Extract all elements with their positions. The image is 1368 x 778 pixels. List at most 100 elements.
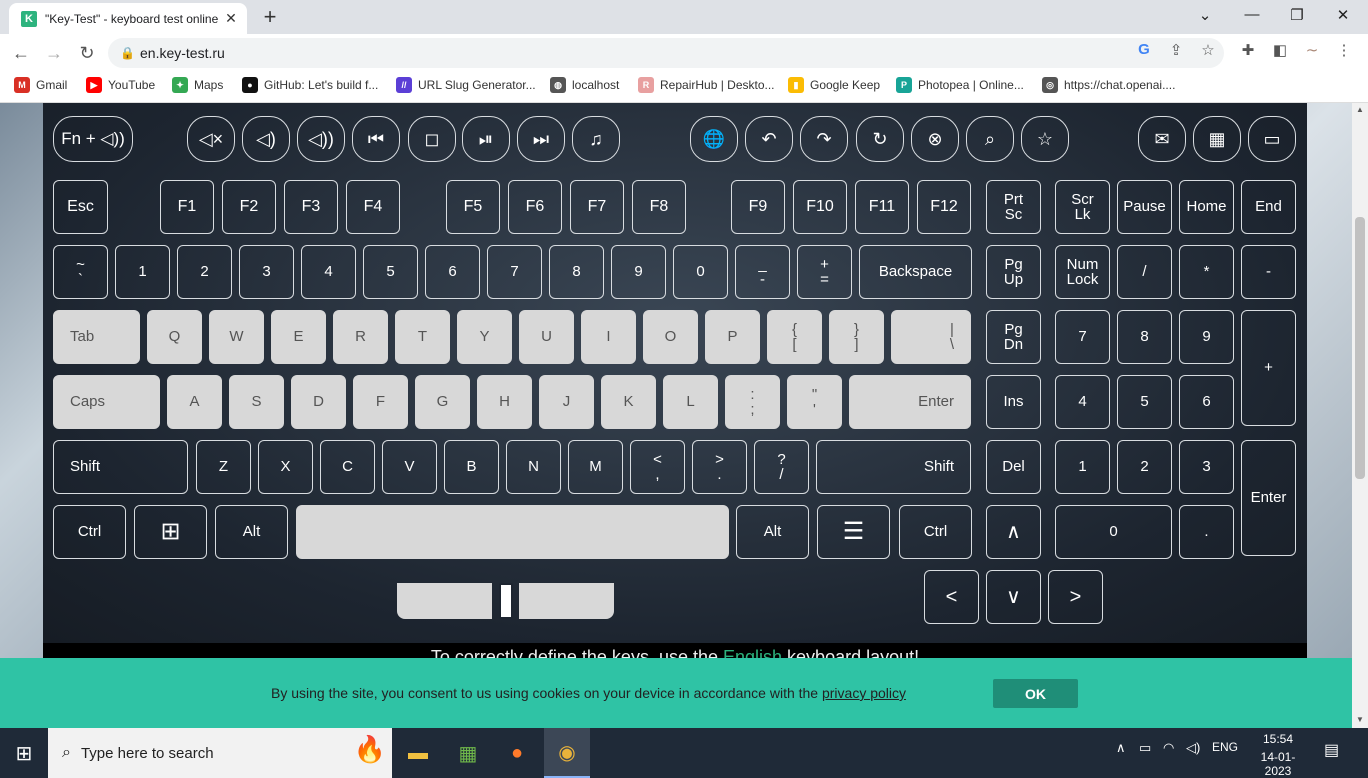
key-k[interactable]: K — [601, 375, 656, 429]
key-5[interactable]: 5 — [363, 245, 418, 299]
key-sym[interactable]: " ' — [787, 375, 842, 429]
key-sym[interactable]: <, — [630, 440, 685, 494]
key-sym[interactable]: {[ — [767, 310, 822, 364]
volume-icon[interactable]: ◁) — [1186, 740, 1200, 756]
key-backspace[interactable]: Backspace — [859, 245, 972, 299]
key-num-dot[interactable]: . — [1179, 505, 1234, 559]
key-num-0[interactable]: 0 — [1055, 505, 1172, 559]
close-tab-icon[interactable]: ✕ — [223, 10, 239, 27]
back-arrow-icon[interactable]: ← — [9, 41, 33, 65]
key-a[interactable]: A — [167, 375, 222, 429]
favorites-key[interactable]: ☆ — [1021, 116, 1069, 162]
firefox-icon[interactable]: ● — [503, 738, 531, 768]
wifi-icon[interactable]: ◠ — [1163, 740, 1174, 756]
key-num-6[interactable]: 6 — [1179, 375, 1234, 429]
new-tab-button[interactable]: + — [258, 4, 282, 30]
bookmark-slug[interactable]: // URL Slug Generator... — [396, 77, 536, 93]
key-s[interactable]: S — [229, 375, 284, 429]
battery-icon[interactable]: ▭ — [1139, 740, 1151, 756]
key-f11[interactable]: F11 — [855, 180, 909, 234]
bookmark-maps[interactable]: ✦ Maps — [172, 77, 223, 93]
privacy-policy-link[interactable]: privacy policy — [822, 685, 906, 701]
bookmark-keep[interactable]: ▮ Google Keep — [788, 77, 880, 93]
key-sym[interactable]: _ - — [735, 245, 790, 299]
key-num-sym[interactable]: / — [1117, 245, 1172, 299]
key-del[interactable]: Del — [986, 440, 1041, 494]
page-scrollbar[interactable]: ▲ ▼ — [1352, 103, 1368, 728]
file-explorer-icon[interactable]: ▬ — [404, 738, 432, 768]
mouse-right-button[interactable] — [519, 583, 614, 619]
key-f8[interactable]: F8 — [632, 180, 686, 234]
key-g[interactable]: G — [415, 375, 470, 429]
key-t[interactable]: T — [395, 310, 450, 364]
folder-key[interactable]: ▭ — [1248, 116, 1296, 162]
key-f2[interactable]: F2 — [222, 180, 276, 234]
mouse-wheel[interactable] — [499, 583, 513, 619]
cookie-ok-button[interactable]: OK — [993, 679, 1078, 708]
key-esc[interactable]: Esc — [53, 180, 108, 234]
key-num-2[interactable]: 2 — [1117, 440, 1172, 494]
key-enter[interactable]: Enter — [849, 375, 971, 429]
search-key[interactable]: ⌕ — [966, 116, 1014, 162]
key-arrow-right[interactable]: > — [1048, 570, 1103, 624]
key-2[interactable]: 2 — [177, 245, 232, 299]
key-num-numlock[interactable]: Num Lock — [1055, 245, 1110, 299]
key-f3[interactable]: F3 — [284, 180, 338, 234]
key-num-sym[interactable]: - — [1241, 245, 1296, 299]
key-sym[interactable]: :; — [725, 375, 780, 429]
back-key[interactable]: ↶ — [745, 116, 793, 162]
key-pause[interactable]: Pause — [1117, 180, 1172, 234]
key-num-5[interactable]: 5 — [1117, 375, 1172, 429]
key-arrow-up[interactable]: ∧ — [986, 505, 1041, 559]
key-f7[interactable]: F7 — [570, 180, 624, 234]
clock[interactable]: 15:54 14-01-2023 — [1256, 732, 1300, 778]
key-pgdn[interactable]: Pg Dn — [986, 310, 1041, 364]
chart-app-icon[interactable]: ▦ — [454, 738, 482, 768]
volume-down-key[interactable]: ◁) — [242, 116, 290, 162]
forward-key[interactable]: ↷ — [800, 116, 848, 162]
next-track-key[interactable]: ⏭ — [517, 116, 565, 162]
key-ins[interactable]: Ins — [986, 375, 1041, 429]
key-e[interactable]: E — [271, 310, 326, 364]
key-num-9[interactable]: 9 — [1179, 310, 1234, 364]
bookmark-youtube[interactable]: ▶ YouTube — [86, 77, 155, 93]
key-arrow-down[interactable]: ∨ — [986, 570, 1041, 624]
chrome-icon[interactable]: ◉ — [544, 728, 590, 778]
key-y[interactable]: Y — [457, 310, 512, 364]
key-num-1[interactable]: 1 — [1055, 440, 1110, 494]
key-sym[interactable]: }] — [829, 310, 884, 364]
key-x[interactable]: X — [258, 440, 313, 494]
key-4[interactable]: 4 — [301, 245, 356, 299]
key-scrlk[interactable]: Scr Lk — [1055, 180, 1110, 234]
mute-key[interactable]: ◁× — [187, 116, 235, 162]
cancel-key[interactable]: ⊗ — [911, 116, 959, 162]
music-key[interactable]: ♫ — [572, 116, 620, 162]
minimize-button[interactable]: — — [1237, 6, 1267, 23]
prev-track-key[interactable]: ⏮ — [352, 116, 400, 162]
forward-arrow-icon[interactable]: → — [42, 41, 66, 65]
key-n[interactable]: N — [506, 440, 561, 494]
key-end[interactable]: End — [1241, 180, 1296, 234]
key-h[interactable]: H — [477, 375, 532, 429]
key-num-enter[interactable]: Enter — [1241, 440, 1296, 556]
key-o[interactable]: O — [643, 310, 698, 364]
bookmark-openai[interactable]: ◎ https://chat.openai.... — [1042, 77, 1175, 93]
key-b[interactable]: B — [444, 440, 499, 494]
key-f6[interactable]: F6 — [508, 180, 562, 234]
key-sym[interactable]: ~ ` — [53, 245, 108, 299]
key-num-3[interactable]: 3 — [1179, 440, 1234, 494]
extensions-icon[interactable]: ✚ — [1238, 41, 1258, 59]
windows-start-icon[interactable]: ⊞ — [12, 738, 36, 768]
key-z[interactable]: Z — [196, 440, 251, 494]
taskbar-search[interactable]: ⌕ Type here to search 🔥 — [48, 728, 392, 778]
key-8[interactable]: 8 — [549, 245, 604, 299]
key-num-sym[interactable]: * — [1179, 245, 1234, 299]
key-caps[interactable]: Caps — [53, 375, 160, 429]
key-f9[interactable]: F9 — [731, 180, 785, 234]
key-f5[interactable]: F5 — [446, 180, 500, 234]
scroll-up-icon[interactable]: ▲ — [1356, 105, 1364, 114]
key-f10[interactable]: F10 — [793, 180, 847, 234]
key-f12[interactable]: F12 — [917, 180, 971, 234]
key-f4[interactable]: F4 — [346, 180, 400, 234]
key-ctrl-left[interactable]: Ctrl — [53, 505, 126, 559]
